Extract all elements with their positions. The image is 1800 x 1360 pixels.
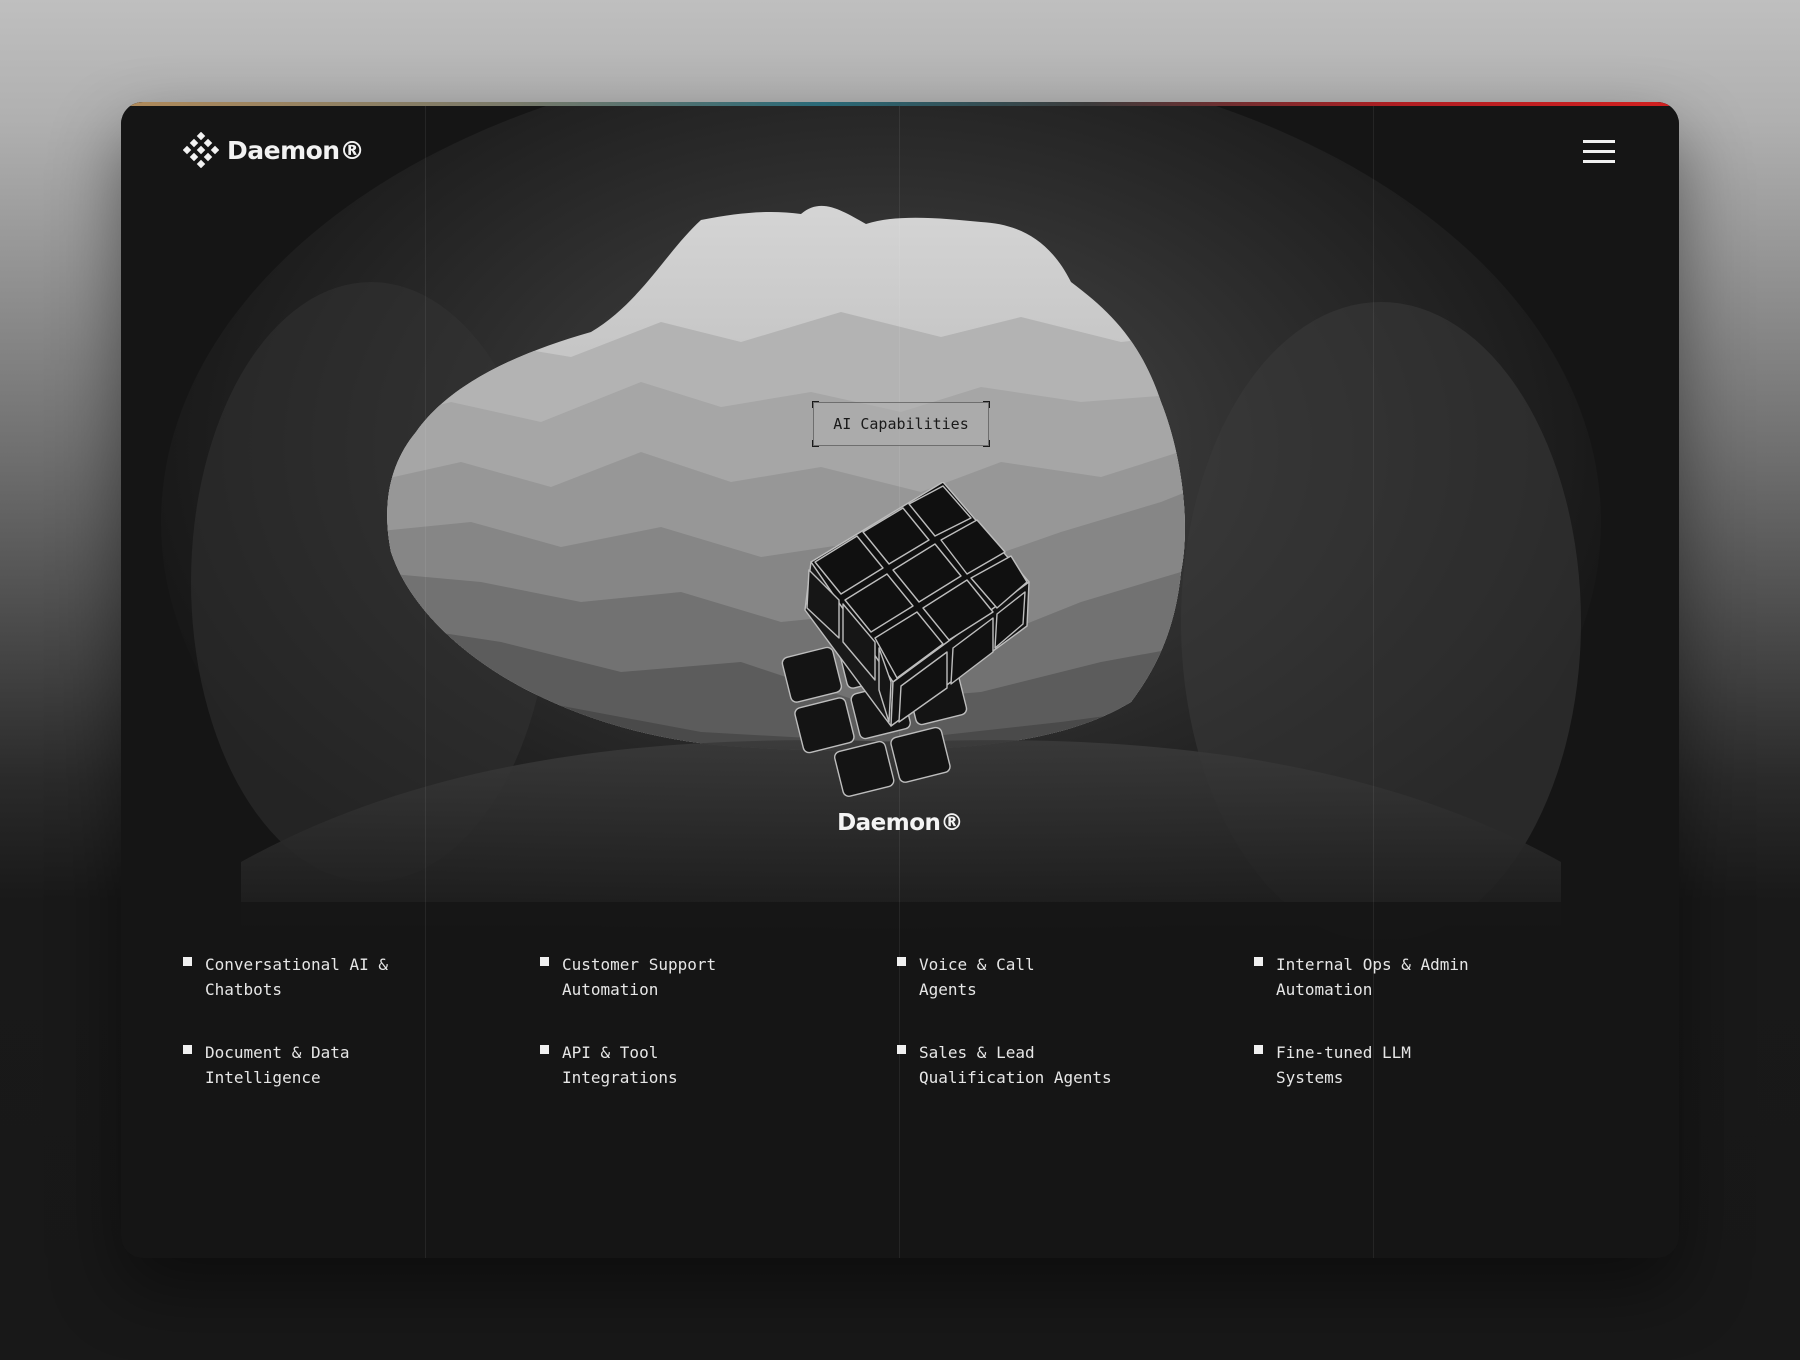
bullet-square-icon (183, 957, 192, 966)
hero-wordmark: Daemon® (837, 810, 963, 836)
capability-item: Document & Data Intelligence (183, 1040, 540, 1090)
top-accent-bar (121, 102, 1679, 106)
rubiks-cube-illustration (781, 482, 1030, 797)
bullet-square-icon (540, 957, 549, 966)
page-frame: Daemon® AI Capabilities Daemon® Conversa… (121, 102, 1679, 1258)
capability-item: Conversational AI & Chatbots (183, 952, 540, 1002)
diamond-logo-icon (183, 132, 219, 168)
capability-item: Customer Support Automation (540, 952, 897, 1002)
bullet-square-icon (897, 957, 906, 966)
capabilities-list: Conversational AI & Chatbots Customer Su… (183, 952, 1623, 1090)
hamburger-icon[interactable] (1583, 138, 1615, 166)
bullet-square-icon (1254, 957, 1263, 966)
badge-label: AI Capabilities (833, 415, 969, 433)
bullet-square-icon (540, 1045, 549, 1054)
capability-item: Internal Ops & Admin Automation (1254, 952, 1611, 1002)
capability-item: Voice & Call Agents (897, 952, 1254, 1002)
capability-item: Fine-tuned LLM Systems (1254, 1040, 1611, 1090)
capability-item: Sales & Lead Qualification Agents (897, 1040, 1254, 1090)
bullet-square-icon (183, 1045, 192, 1054)
bullet-square-icon (897, 1045, 906, 1054)
brand-name: Daemon® (227, 135, 365, 165)
bullet-square-icon (1254, 1045, 1263, 1054)
brand-logo[interactable]: Daemon® (183, 132, 365, 168)
ai-capabilities-badge: AI Capabilities (812, 401, 990, 447)
capability-item: API & Tool Integrations (540, 1040, 897, 1090)
